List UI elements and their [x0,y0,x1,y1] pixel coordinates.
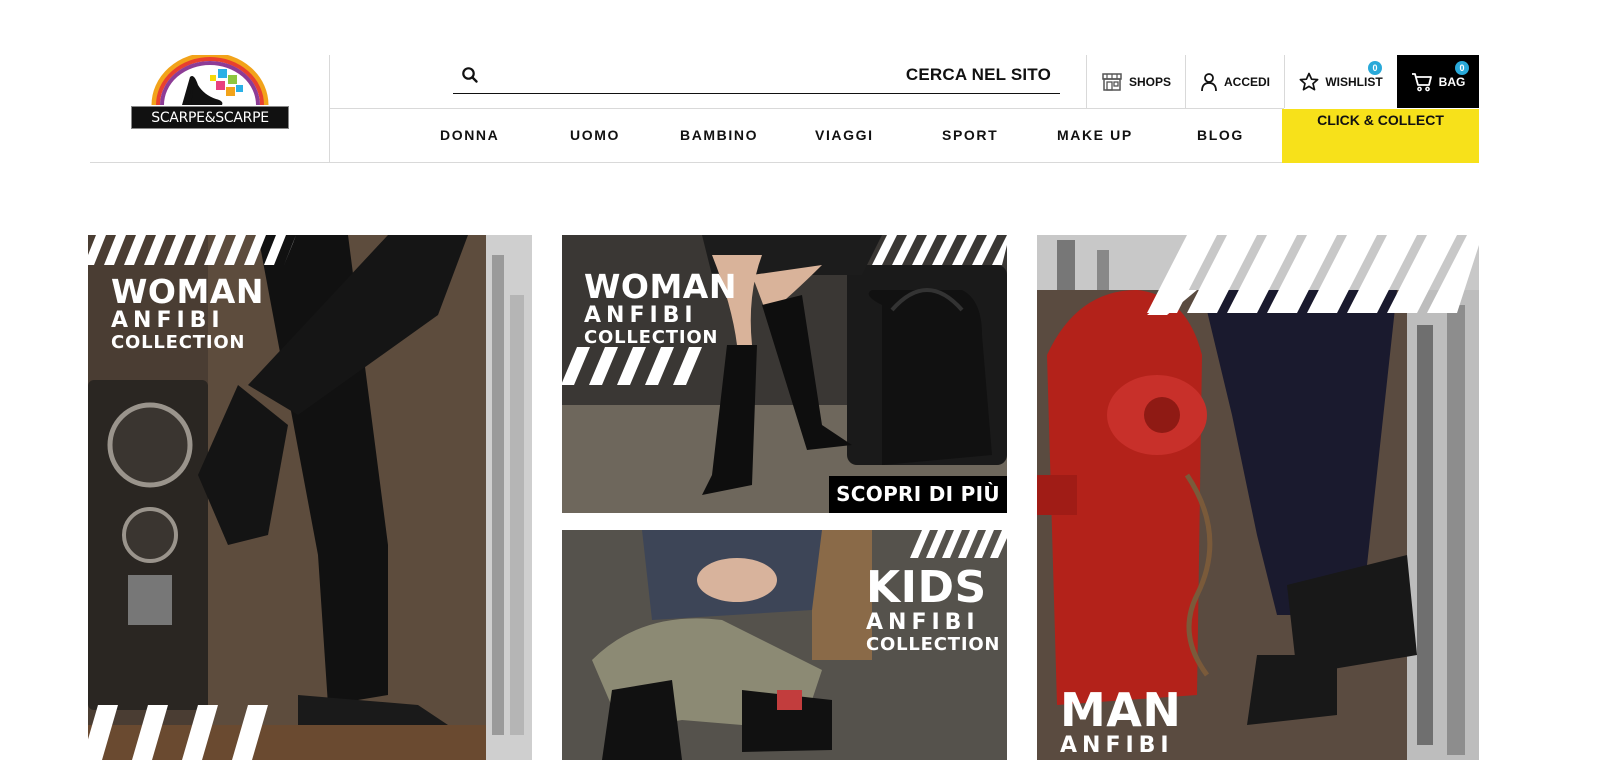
scopri-di-piu-button[interactable]: SCOPRI DI PIÙ [829,476,1007,513]
wishlist-label: WISHLIST [1325,74,1383,89]
nav-item-donna[interactable]: DONNA [440,127,499,143]
bag-label: BAG [1438,74,1466,89]
user-icon [1201,72,1217,91]
woman-anfibi-banner[interactable]: WOMAN ANFIBI COLLECTION [88,235,532,760]
login-link[interactable]: ACCEDI [1185,55,1284,108]
shops-label: SHOPS [1128,74,1171,89]
logo[interactable]: SCARPE&SCARPE [90,55,330,163]
nav-item-bambino[interactable]: BAMBINO [680,127,758,143]
logo-text: SCARPE&SCARPE [131,106,289,129]
kids-anfibi-title: KIDS ANFIBI COLLECTION [866,566,1000,654]
nav-item-viaggi[interactable]: VIAGGI [815,127,874,143]
woman-tall-title-line1: WOMAN [584,267,737,306]
woman-title-line1: WOMAN [111,272,264,311]
login-label: ACCEDI [1223,74,1270,89]
wishlist-count-badge: 0 [1368,61,1382,75]
shops-link[interactable]: SHOPS [1086,55,1185,108]
nav-item-make-up[interactable]: MAKE UP [1057,127,1133,143]
man-boots-image [1037,235,1479,760]
kids-title-line2: ANFIBI [866,610,980,635]
woman-title-line2: ANFIBI [111,308,225,333]
man-title-line2: ANFIBI [1060,733,1174,758]
site-header: SCARPE&SCARPE SHOPS ACCEDI [90,55,1479,163]
click-collect-button[interactable]: CLICK & COLLECT [1282,109,1479,163]
man-title-line1: MAN [1060,683,1182,737]
kids-title-line3: COLLECTION [866,634,1001,655]
bag-count-badge: 0 [1455,61,1469,75]
nav-item-uomo[interactable]: UOMO [570,127,620,143]
bag-link[interactable]: BAG 0 [1397,55,1479,108]
star-icon [1299,72,1319,91]
nav-item-sport[interactable]: SPORT [942,127,998,143]
man-anfibi-banner[interactable]: MAN ANFIBI [1037,235,1479,760]
kids-title-line1: KIDS [866,562,987,613]
search-bar [453,55,1060,94]
search-icon[interactable] [461,66,479,84]
woman-tall-title-line2: ANFIBI [584,303,698,328]
woman-tall-title: WOMAN ANFIBI COLLECTION [584,270,737,347]
woman-tall-title-line3: COLLECTION [584,327,719,348]
search-input[interactable] [493,61,1051,89]
woman-title-line3: COLLECTION [111,332,246,353]
wishlist-link[interactable]: WISHLIST 0 [1284,55,1397,108]
woman-anfibi-tall-banner[interactable]: WOMAN ANFIBI COLLECTION [562,235,1007,513]
man-anfibi-title: MAN ANFIBI [1060,687,1181,757]
kids-anfibi-banner[interactable]: KIDS ANFIBI COLLECTION [562,530,1007,760]
shop-icon [1102,72,1122,91]
nav-item-blog[interactable]: BLOG [1197,127,1244,143]
cart-icon [1411,72,1432,91]
main-nav: DONNA UOMO BAMBINO VIAGGI SPORT MAKE UP … [330,109,1282,163]
woman-anfibi-title: WOMAN ANFIBI COLLECTION [111,275,264,352]
